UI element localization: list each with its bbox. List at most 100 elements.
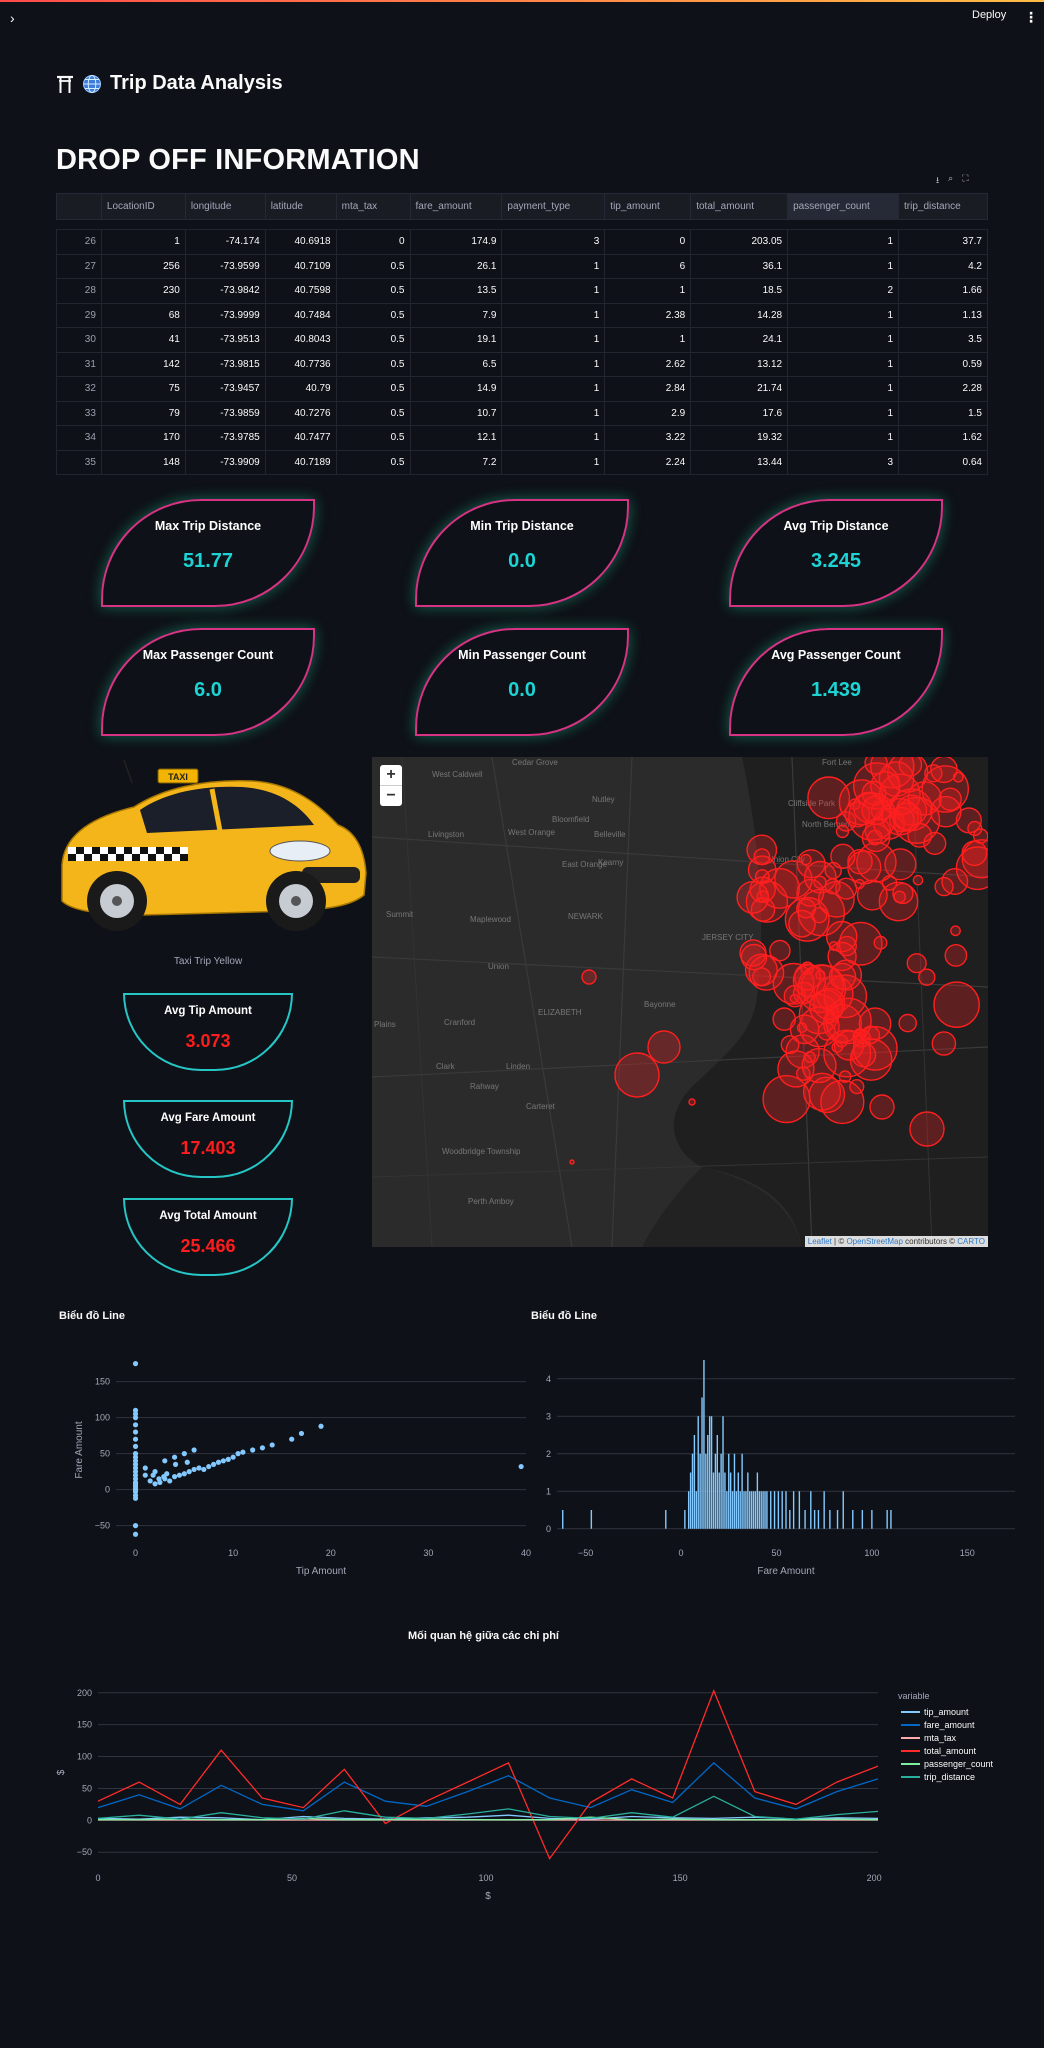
- table-header-longitude[interactable]: longitude: [184, 193, 266, 220]
- table-cell[interactable]: -73.9909: [184, 449, 266, 475]
- table-cell[interactable]: 0.5: [335, 425, 411, 451]
- table-row[interactable]: 26 1 -74.174 40.6918 0 174.9 3 0 203.05 1 37.7: [56, 229, 988, 255]
- table-cell[interactable]: 2.38: [604, 302, 692, 328]
- table-cell[interactable]: 1: [604, 278, 692, 304]
- table-cell[interactable]: 1: [501, 253, 606, 279]
- table-cell[interactable]: 1: [787, 351, 899, 377]
- table-cell[interactable]: 40.8043: [264, 327, 337, 353]
- table-cell[interactable]: 1: [501, 449, 606, 475]
- table-cell[interactable]: 2.28: [898, 376, 988, 402]
- table-cell[interactable]: 1: [787, 376, 899, 402]
- table-cell[interactable]: 170: [100, 425, 186, 451]
- table-row-index[interactable]: 34: [56, 425, 102, 451]
- deploy-button[interactable]: Deploy: [972, 9, 1006, 21]
- table-cell[interactable]: 0.64: [898, 449, 988, 475]
- table-cell[interactable]: 14.9: [409, 376, 503, 402]
- table-cell[interactable]: 40.79: [264, 376, 337, 402]
- table-cell[interactable]: 7.2: [409, 449, 503, 475]
- fullscreen-icon[interactable]: ⛶: [962, 173, 968, 189]
- table-header-index[interactable]: [56, 193, 102, 220]
- table-row-index[interactable]: 28: [56, 278, 102, 304]
- table-cell[interactable]: 0.5: [335, 400, 411, 426]
- table-cell[interactable]: -74.174: [184, 229, 266, 255]
- table-cell[interactable]: 40.7189: [264, 449, 337, 475]
- table-cell[interactable]: -73.9785: [184, 425, 266, 451]
- table-row-index[interactable]: 26: [56, 229, 102, 255]
- table-row-index[interactable]: 35: [56, 449, 102, 475]
- table-cell[interactable]: 1: [787, 302, 899, 328]
- table-row[interactable]: 33 79 -73.9859 40.7276 0.5 10.7 1 2.9 17.6 1 1.5: [56, 400, 988, 426]
- table-header-latitude[interactable]: latitude: [264, 193, 337, 220]
- table-cell[interactable]: 14.28: [690, 302, 789, 328]
- table-cell[interactable]: 40.7484: [264, 302, 337, 328]
- table-cell[interactable]: 1.13: [898, 302, 988, 328]
- table-row[interactable]: 35 148 -73.9909 40.7189 0.5 7.2 1 2.24 13.44 3 0.6…: [56, 449, 988, 475]
- table-cell[interactable]: 6.5: [409, 351, 503, 377]
- table-row[interactable]: 27 256 -73.9599 40.7109 0.5 26.1 1 6 36.1 1 4.2: [56, 253, 988, 279]
- table-cell[interactable]: 1: [604, 327, 692, 353]
- table-cell[interactable]: 26.1: [409, 253, 503, 279]
- table-cell[interactable]: 13.5: [409, 278, 503, 304]
- table-cell[interactable]: 40.7477: [264, 425, 337, 451]
- table-cell[interactable]: 0.5: [335, 278, 411, 304]
- table-header-payment-type[interactable]: payment_type: [501, 193, 606, 220]
- table-cell[interactable]: 1: [501, 278, 606, 304]
- table-cell[interactable]: 12.1: [409, 425, 503, 451]
- table-cell[interactable]: 3: [501, 229, 606, 255]
- table-row-index[interactable]: 27: [56, 253, 102, 279]
- table-cell[interactable]: 40.7598: [264, 278, 337, 304]
- table-header-mta-tax[interactable]: mta_tax: [335, 193, 411, 220]
- table-cell[interactable]: 1: [501, 327, 606, 353]
- table-cell[interactable]: 1: [100, 229, 186, 255]
- table-cell[interactable]: 1: [787, 425, 899, 451]
- table-row[interactable]: 32 75 -73.9457 40.79 0.5 14.9 1 2.84 21.74 1 2.28: [56, 376, 988, 402]
- histogram-chart[interactable]: 01234−50050100150Fare AmountMta Tax: [527, 1360, 1027, 1582]
- table-cell[interactable]: 3: [787, 449, 899, 475]
- table-header-locationid[interactable]: LocationID: [100, 193, 186, 220]
- table-cell[interactable]: 1: [501, 351, 606, 377]
- line-chart[interactable]: −50 0 50 100 150 200 0 50 100 150 200 $ $ variable tip…: [56, 1680, 1036, 1920]
- table-cell[interactable]: -73.9842: [184, 278, 266, 304]
- table-cell[interactable]: 4.2: [898, 253, 988, 279]
- table-row-index[interactable]: 32: [56, 376, 102, 402]
- table-row[interactable]: 28 230 -73.9842 40.7598 0.5 13.5 1 1 18.5 2 1.66: [56, 278, 988, 304]
- table-cell[interactable]: 19.32: [690, 425, 789, 451]
- table-cell[interactable]: 2.9: [604, 400, 692, 426]
- table-cell[interactable]: 10.7: [409, 400, 503, 426]
- table-row[interactable]: 31 142 -73.9815 40.7736 0.5 6.5 1 2.62 13.12 1 0.5…: [56, 351, 988, 377]
- table-cell[interactable]: 79: [100, 400, 186, 426]
- table-cell[interactable]: -73.9859: [184, 400, 266, 426]
- table-cell[interactable]: 0.5: [335, 253, 411, 279]
- table-cell[interactable]: 203.05: [690, 229, 789, 255]
- table-cell[interactable]: 3.22: [604, 425, 692, 451]
- table-row-index[interactable]: 33: [56, 400, 102, 426]
- table-cell[interactable]: 1: [787, 229, 899, 255]
- table-cell[interactable]: 0.5: [335, 351, 411, 377]
- table-cell[interactable]: 18.5: [690, 278, 789, 304]
- table-cell[interactable]: 68: [100, 302, 186, 328]
- table-cell[interactable]: 1: [501, 425, 606, 451]
- table-cell[interactable]: 6: [604, 253, 692, 279]
- table-row[interactable]: 34 170 -73.9785 40.7477 0.5 12.1 1 3.22 19.32 1 1.…: [56, 425, 988, 451]
- zoom-out-button[interactable]: −: [380, 786, 402, 806]
- table-cell[interactable]: -73.9999: [184, 302, 266, 328]
- table-cell[interactable]: 19.1: [409, 327, 503, 353]
- table-cell[interactable]: 148: [100, 449, 186, 475]
- table-cell[interactable]: 75: [100, 376, 186, 402]
- table-cell[interactable]: -73.9815: [184, 351, 266, 377]
- table-cell[interactable]: -73.9599: [184, 253, 266, 279]
- table-cell[interactable]: 17.6: [690, 400, 789, 426]
- table-cell[interactable]: 40.7276: [264, 400, 337, 426]
- table-row-index[interactable]: 31: [56, 351, 102, 377]
- leaflet-link[interactable]: Leaflet: [808, 1237, 832, 1246]
- table-cell[interactable]: 0.5: [335, 327, 411, 353]
- map-panel[interactable]: Cedar Grove West Caldwell Nutley Fort Lee Li…: [372, 757, 988, 1247]
- table-cell[interactable]: 1: [787, 327, 899, 353]
- table-cell[interactable]: 24.1: [690, 327, 789, 353]
- table-cell[interactable]: 1: [787, 253, 899, 279]
- table-cell[interactable]: 40.7109: [264, 253, 337, 279]
- table-cell[interactable]: 1.5: [898, 400, 988, 426]
- table-cell[interactable]: 142: [100, 351, 186, 377]
- table-cell[interactable]: 1.66: [898, 278, 988, 304]
- table-cell[interactable]: 41: [100, 327, 186, 353]
